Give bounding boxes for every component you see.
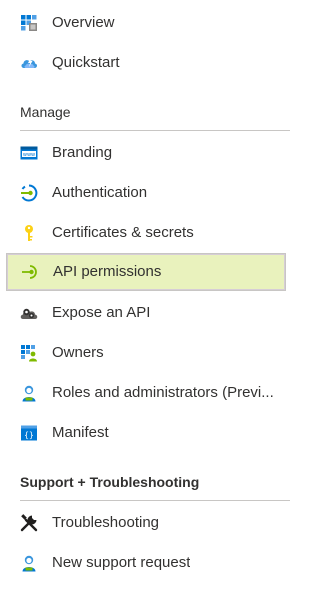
- nav-item-owners[interactable]: Owners: [6, 335, 286, 371]
- nav-item-label: Authentication: [52, 184, 148, 201]
- wrench-screwdriver-icon: [20, 514, 38, 532]
- nav-item-label: Expose an API: [52, 304, 151, 321]
- section-header-support-troubleshooting: Support + Troubleshooting: [20, 474, 200, 490]
- svg-text:{}: {}: [24, 431, 34, 440]
- branding-www-icon: www: [20, 144, 38, 162]
- nav-item-label: Roles and administrators (Previ...: [52, 384, 274, 401]
- nav-item-certificates-secrets[interactable]: Certificates & secrets: [6, 215, 286, 251]
- nav-item-api-permissions[interactable]: API permissions: [6, 253, 286, 291]
- nav-item-expose-an-api[interactable]: Expose an API: [6, 295, 286, 331]
- nav-item-new-support-request[interactable]: New support request: [6, 545, 286, 581]
- nav-item-branding[interactable]: www Branding: [6, 135, 286, 171]
- cloud-quickstart-icon: [20, 54, 38, 72]
- nav-item-label: Certificates & secrets: [52, 224, 194, 241]
- authentication-icon: [20, 184, 38, 202]
- support-user-icon: [20, 554, 38, 572]
- roles-user-icon: [20, 384, 38, 402]
- nav-item-label: Branding: [52, 144, 113, 161]
- gear-cloud-icon: [20, 304, 38, 322]
- nav-item-label: New support request: [52, 554, 191, 571]
- section-header-manage: Manage: [20, 104, 71, 120]
- nav-item-label: Manifest: [52, 424, 109, 441]
- nav-item-manifest[interactable]: {} Manifest: [6, 415, 286, 451]
- nav-item-label: Troubleshooting: [52, 514, 160, 531]
- owners-icon: [20, 344, 38, 362]
- nav-item-overview[interactable]: Overview: [6, 5, 286, 41]
- nav-item-label: API permissions: [53, 263, 162, 280]
- nav-item-label: Overview: [52, 14, 115, 31]
- left-navigation-menu: Overview Quickstart Manage www Branding: [0, 0, 295, 595]
- nav-item-troubleshooting[interactable]: Troubleshooting: [6, 505, 286, 541]
- nav-item-quickstart[interactable]: Quickstart: [6, 45, 286, 81]
- api-permissions-icon: [21, 263, 39, 281]
- divider: [20, 130, 290, 131]
- key-icon: [20, 224, 38, 242]
- manifest-icon: {}: [20, 424, 38, 442]
- overview-grid-icon: [20, 14, 38, 32]
- nav-item-label: Owners: [52, 344, 104, 361]
- nav-item-label: Quickstart: [52, 54, 120, 71]
- nav-item-roles-administrators[interactable]: Roles and administrators (Previ...: [6, 375, 286, 411]
- divider: [20, 500, 290, 501]
- nav-item-authentication[interactable]: Authentication: [6, 175, 286, 211]
- svg-text:www: www: [23, 152, 35, 158]
